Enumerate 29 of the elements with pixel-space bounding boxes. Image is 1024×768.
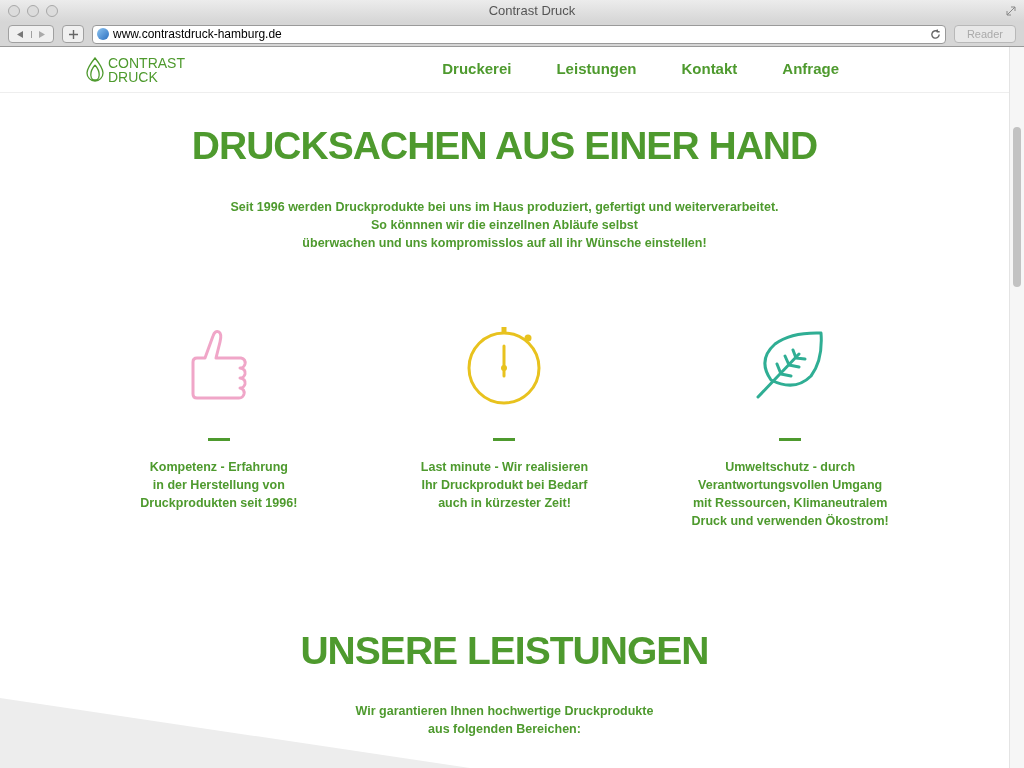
add-tab-button[interactable] (62, 25, 84, 43)
forward-icon[interactable] (39, 30, 46, 38)
feature-text: Umweltschutz - durch Verantwortungsvollen Umgang mit Ressourcen, Klimaneutralem Druck und verwenden Ökostrom! (691, 458, 889, 530)
nav-link[interactable]: Kontakt (681, 58, 738, 81)
services-text: Wir garantieren Ihnen hochwertige Druckprodukte aus folgenden Bereichen: (355, 703, 654, 738)
zoom-icon[interactable] (46, 5, 58, 17)
feature-text: Last minute - Wir realisieren Ihr Druckprodukt bei Bedarf auch in kürzester Zeit! (420, 458, 589, 512)
reader-button[interactable]: Reader (953, 25, 1016, 43)
plus-icon (68, 29, 78, 39)
logo-text[interactable]: CONTRAST DRUCK (108, 55, 185, 84)
feature-text: Kompetenz - Erfahrung in der Herstellung von Druckprodukten seit 1996! (140, 458, 298, 512)
fullscreen-icon[interactable] (1006, 6, 1016, 16)
hero-heading: DRUCKSACHEN AUS EINER HAND (191, 123, 818, 169)
window-title: Contrast Druck (487, 2, 577, 21)
nav-link[interactable]: Leistungen (556, 58, 637, 81)
minimize-icon[interactable] (27, 5, 39, 17)
globe-icon (97, 28, 109, 40)
reload-icon[interactable] (929, 28, 941, 40)
address-field[interactable]: www.contrastdruck-hamburg.de (92, 24, 946, 44)
close-icon[interactable] (8, 5, 20, 17)
back-forward-control[interactable] (8, 25, 54, 43)
back-icon[interactable] (16, 30, 23, 38)
services-heading: UNSERE LEISTUNGEN (300, 627, 709, 674)
url-text: www.contrastdruck-hamburg.de (113, 26, 283, 43)
nav-link[interactable]: Anfrage (782, 58, 839, 81)
nav-link[interactable]: Druckerei (442, 58, 512, 81)
scroll-thumb[interactable] (1013, 127, 1021, 287)
hero-text: Seit 1996 werden Druckprodukte bei uns im Haus produziert, gefertigt und weiterverarbeitet. So könnnen wir die einzellnen Abläufe selbst überwachen und uns kompromisslos auf all ihr Wünsche einstellen! (230, 198, 779, 252)
drops-logo-icon (86, 56, 104, 83)
